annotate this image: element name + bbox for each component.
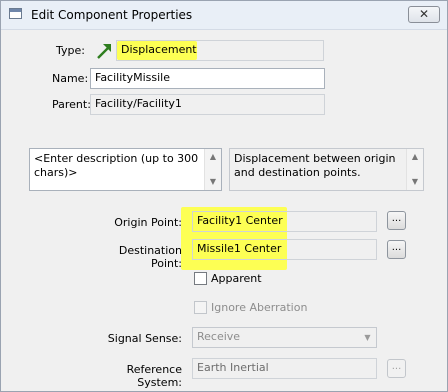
window-icon [9,8,22,19]
reference-system-browse-button[interactable]: ... [387,359,406,378]
origin-point-field: Facility1 Center [192,211,377,232]
description-placeholder: <Enter description (up to 300 chars)> [34,152,199,179]
summary-textarea: Displacement between origin and destinat… [229,148,424,191]
type-value: Displacement [121,43,197,56]
close-button[interactable]: ✕ [408,6,440,23]
parent-field: Facility/Facility1 [90,94,325,115]
type-field: Displacement [116,40,324,61]
signal-sense-dropdown[interactable]: Receive ▼ [192,327,377,348]
description-textarea[interactable]: <Enter description (up to 300 chars)> ▲ … [29,148,222,191]
origin-browse-button[interactable]: ... [387,211,406,230]
name-input[interactable]: FacilityMissile [90,68,325,89]
summary-text: Displacement between origin and destinat… [234,152,396,179]
summary-scrollbar[interactable]: ▲ ▼ [406,149,423,190]
title-bar: Edit Component Properties ✕ [1,1,447,30]
destination-browse-button[interactable]: ... [387,240,406,259]
chevron-down-icon[interactable]: ▼ [359,328,376,347]
type-label: Type: [56,44,85,57]
destination-point-field: Missile1 Center [192,239,377,260]
description-scrollbar[interactable]: ▲ ▼ [204,149,221,190]
name-label: Name: [52,72,89,85]
apparent-label: Apparent [211,272,262,285]
scroll-down-icon[interactable]: ▼ [205,174,221,190]
signal-sense-value: Receive [197,330,241,343]
ignore-aberration-checkbox[interactable] [194,301,207,314]
arrow-up-right-icon [97,44,111,59]
reference-system-label: Reference System: [126,363,182,389]
destination-point-label: Destination Point: [118,244,182,270]
signal-sense-label: Signal Sense: [107,332,182,345]
ignore-aberration-label: Ignore Aberration [211,301,308,314]
window-title: Edit Component Properties [31,8,193,22]
reference-system-field: Earth Inertial [192,358,377,379]
scroll-down-icon[interactable]: ▼ [407,174,423,190]
scroll-up-icon[interactable]: ▲ [407,149,423,165]
scroll-up-icon[interactable]: ▲ [205,149,221,165]
origin-point-label: Origin Point: [114,216,182,229]
parent-label: Parent: [52,98,91,111]
edit-component-properties-dialog: Edit Component Properties ✕ Type: Displa… [0,0,448,392]
apparent-checkbox[interactable] [194,272,207,285]
